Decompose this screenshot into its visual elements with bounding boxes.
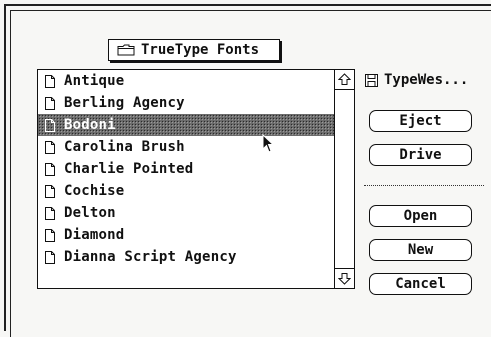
cancel-button[interactable]: Cancel	[369, 273, 472, 295]
list-item-label: Charlie Pointed	[64, 161, 194, 177]
list-item[interactable]: Delton	[38, 202, 335, 224]
list-item-label: Dianna Script Agency	[64, 249, 237, 265]
list-item-label: Carolina Brush	[64, 139, 185, 155]
eject-button[interactable]: Eject	[369, 110, 472, 132]
list-item[interactable]: Dianna Script Agency	[38, 246, 335, 268]
document-icon	[45, 184, 55, 198]
mouse-pointer-icon	[262, 134, 275, 153]
document-icon	[45, 74, 55, 88]
open-button[interactable]: Open	[369, 205, 472, 227]
floppy-disk-icon	[365, 73, 378, 87]
list-item-label: Berling Agency	[64, 95, 185, 111]
document-icon	[45, 250, 55, 264]
folder-popup-label: TrueType Fonts	[141, 42, 260, 58]
list-item-label: Cochise	[64, 183, 125, 199]
list-item[interactable]: Berling Agency	[38, 92, 335, 114]
list-item-label: Antique	[64, 73, 125, 89]
scroll-up-arrow-icon[interactable]	[335, 70, 354, 90]
file-list[interactable]: Antique Berling Agency Bodoni Carolina Brus…	[37, 69, 355, 289]
list-item-label: Bodoni	[64, 117, 116, 133]
disk-name-label: TypeWes...	[365, 69, 468, 91]
folder-popup-menu[interactable]: TrueType Fonts	[108, 39, 280, 61]
new-button[interactable]: New	[369, 239, 472, 261]
document-icon	[45, 118, 55, 132]
scroll-down-arrow-icon[interactable]	[335, 268, 354, 288]
list-item[interactable]: Cochise	[38, 180, 335, 202]
list-item[interactable]: Carolina Brush	[38, 136, 335, 158]
document-icon	[45, 162, 55, 176]
list-item[interactable]: Antique	[38, 70, 335, 92]
disk-name: TypeWes...	[384, 72, 469, 88]
list-item-label: Delton	[64, 205, 116, 221]
folder-icon	[117, 44, 135, 56]
drive-button[interactable]: Drive	[369, 144, 472, 166]
list-item[interactable]: Bodoni	[38, 114, 335, 136]
list-item-label: Diamond	[64, 227, 125, 243]
list-item[interactable]: Diamond	[38, 224, 335, 246]
document-icon	[45, 206, 55, 220]
scrollbar[interactable]	[334, 70, 354, 288]
document-icon	[45, 96, 55, 110]
list-item[interactable]: Charlie Pointed	[38, 158, 335, 180]
document-icon	[45, 140, 55, 154]
file-list-items: Antique Berling Agency Bodoni Carolina Brus…	[38, 70, 335, 288]
document-icon	[45, 228, 55, 242]
button-divider	[364, 185, 484, 186]
